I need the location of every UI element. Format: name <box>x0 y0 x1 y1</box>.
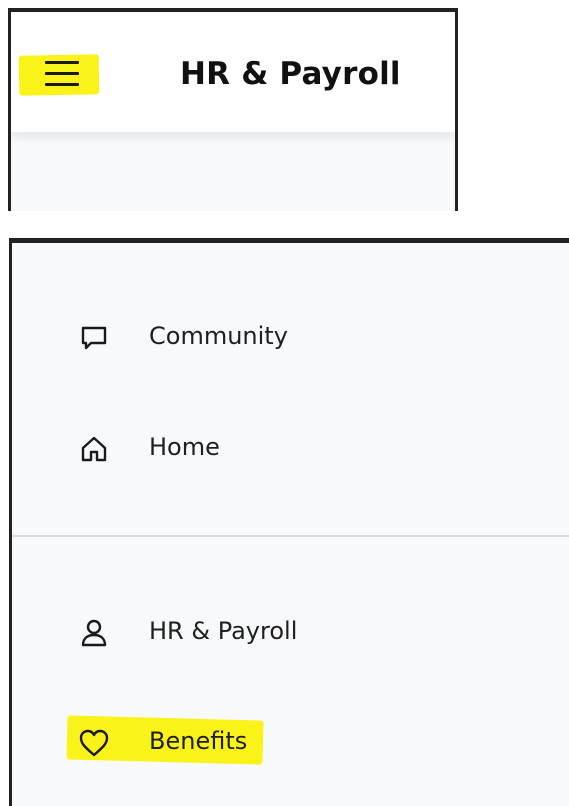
heart-icon <box>79 729 109 757</box>
screenshot-canvas: HR & Payroll Community Home HR & Payroll <box>0 0 569 806</box>
nav-item-home[interactable]: Home <box>12 419 569 479</box>
nav-item-label: Home <box>149 433 220 461</box>
hamburger-line <box>45 83 79 86</box>
app-header: HR & Payroll <box>11 12 455 132</box>
navigation-menu-panel: Community Home HR & Payroll Benefits <box>9 238 569 806</box>
top-header-panel: HR & Payroll <box>8 8 458 211</box>
nav-item-label: Benefits <box>149 727 248 755</box>
nav-item-hr-payroll[interactable]: HR & Payroll <box>12 603 569 663</box>
nav-item-benefits[interactable]: Benefits <box>12 713 569 773</box>
person-icon <box>81 619 107 647</box>
nav-item-community[interactable]: Community <box>12 308 569 368</box>
page-title: HR & Payroll <box>180 56 401 92</box>
home-icon <box>81 436 107 462</box>
menu-divider <box>12 535 569 537</box>
hamburger-line <box>45 61 79 64</box>
hamburger-line <box>45 72 79 75</box>
nav-item-label: HR & Payroll <box>149 617 298 645</box>
hamburger-menu-icon[interactable] <box>45 61 79 87</box>
chat-bubble-icon <box>81 326 107 350</box>
nav-item-label: Community <box>149 322 288 350</box>
